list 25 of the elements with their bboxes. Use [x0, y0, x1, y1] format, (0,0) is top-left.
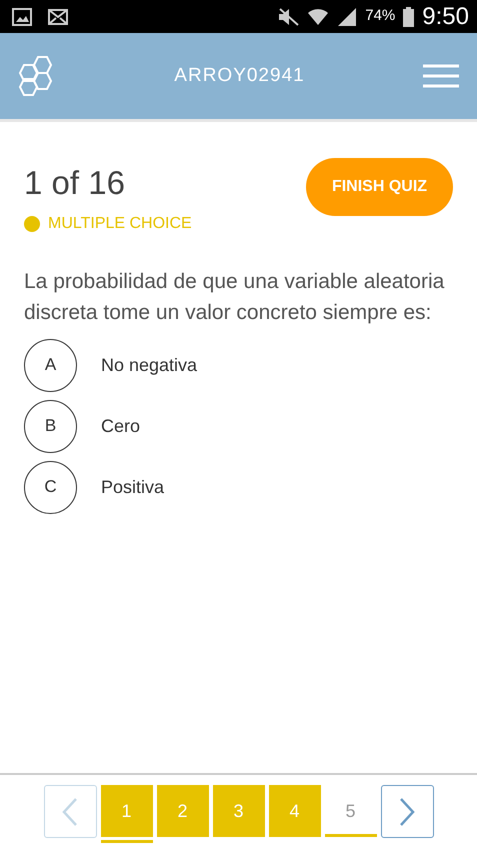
status-dot: [24, 216, 40, 232]
page-button[interactable]: 3: [212, 785, 264, 837]
page-button[interactable]: 4: [268, 785, 320, 837]
image-icon: [12, 8, 32, 26]
page-button[interactable]: 1: [100, 785, 152, 837]
clock: 9:50: [422, 2, 469, 32]
chevron-right-icon: [397, 796, 417, 826]
app-title: ARROY02941: [174, 64, 305, 88]
question-text: La probabilidad de que una variable aleatoria discreta tome un valor concreto siempre es:: [24, 268, 446, 326]
question-type: MULTIPLE CHOICE: [48, 214, 192, 234]
battery-percent: 74%: [365, 6, 396, 26]
answer-option[interactable]: B Cero: [24, 400, 453, 452]
question-counter: 1 of 16: [24, 163, 126, 203]
battery-icon: [403, 6, 414, 26]
mail-icon: [48, 8, 68, 24]
answer-option[interactable]: A No negativa: [24, 338, 453, 392]
menu-icon[interactable]: [423, 64, 459, 88]
page-button[interactable]: 2: [156, 785, 208, 837]
finish-quiz-button[interactable]: FINISH QUIZ: [306, 158, 453, 216]
next-button[interactable]: [380, 785, 434, 838]
signal-icon: [337, 6, 358, 26]
answer-option[interactable]: C Positiva: [24, 460, 453, 514]
chevron-left-icon: [60, 796, 80, 826]
mute-icon: [277, 8, 300, 26]
wifi-icon: [307, 6, 330, 26]
